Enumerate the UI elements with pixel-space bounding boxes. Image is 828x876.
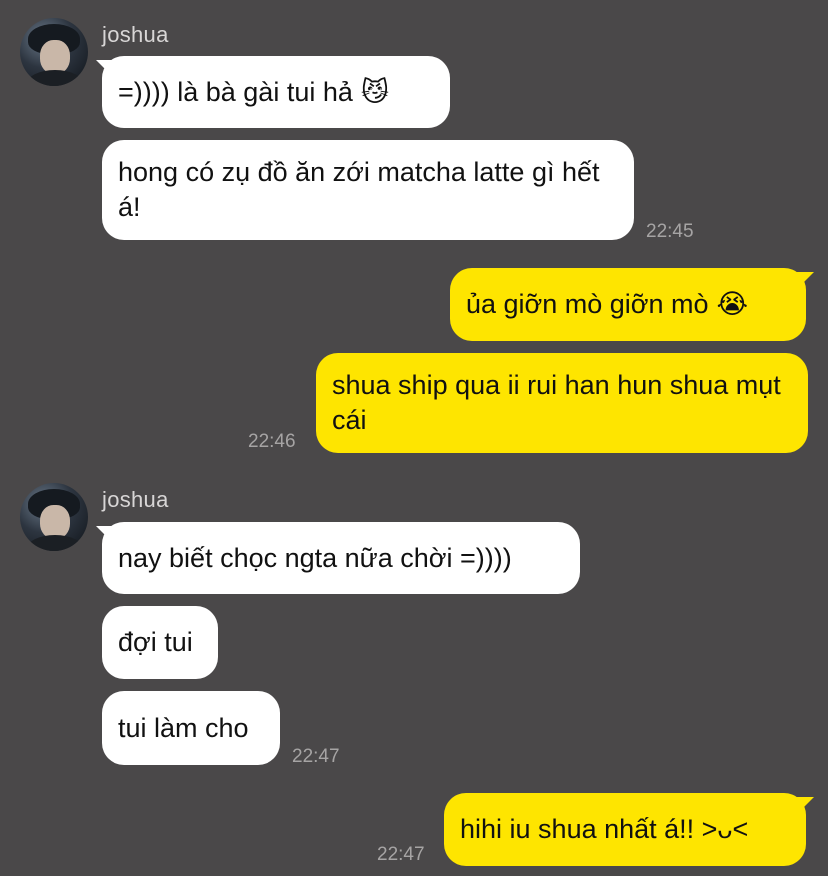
timestamp: 22:47: [292, 746, 340, 767]
message-text: ủa giỡn mò giỡn mò: [466, 289, 709, 319]
message-text: hong có zụ đồ ăn zới matcha latte gì hết…: [118, 157, 600, 222]
message-bubble[interactable]: hihi iu shua nhất á!! >ᴗ<: [444, 793, 806, 866]
sender-name: joshua: [102, 487, 169, 512]
avatar[interactable]: [20, 483, 88, 551]
crying-face-emoji-icon: 😭: [716, 289, 749, 320]
message-bubble[interactable]: ủa giỡn mò giỡn mò 😭: [450, 268, 806, 341]
timestamp: 22:47: [377, 844, 425, 865]
avatar-shoulder: [26, 70, 84, 86]
avatar-shoulder: [26, 535, 84, 551]
smirking-cat-emoji-icon: 😼: [360, 76, 390, 108]
message-text: hihi iu shua nhất á!! >ᴗ<: [460, 814, 749, 844]
message-bubble[interactable]: nay biết chọc ngta nữa chời =)))): [102, 522, 580, 594]
message-bubble[interactable]: hong có zụ đồ ăn zới matcha latte gì hết…: [102, 140, 634, 240]
message-bubble[interactable]: đợi tui: [102, 606, 218, 679]
message-text: tui làm cho: [118, 712, 249, 743]
avatar-face: [40, 40, 70, 74]
message-text: đợi tui: [118, 627, 193, 657]
message-text: shua ship qua ii rui han hun shua mụt cá…: [332, 370, 781, 435]
message-text: =)))) là bà gài tui hả: [118, 76, 353, 107]
message-text: nay biết chọc ngta nữa chời =)))): [118, 542, 512, 573]
avatar[interactable]: [20, 18, 88, 86]
message-bubble[interactable]: tui làm cho: [102, 691, 280, 765]
timestamp: 22:45: [646, 221, 694, 242]
message-bubble[interactable]: =)))) là bà gài tui hả 😼: [102, 56, 450, 128]
timestamp: 22:46: [248, 431, 296, 452]
sender-name: joshua: [102, 22, 169, 47]
message-bubble[interactable]: shua ship qua ii rui han hun shua mụt cá…: [316, 353, 808, 453]
avatar-face: [40, 505, 70, 539]
